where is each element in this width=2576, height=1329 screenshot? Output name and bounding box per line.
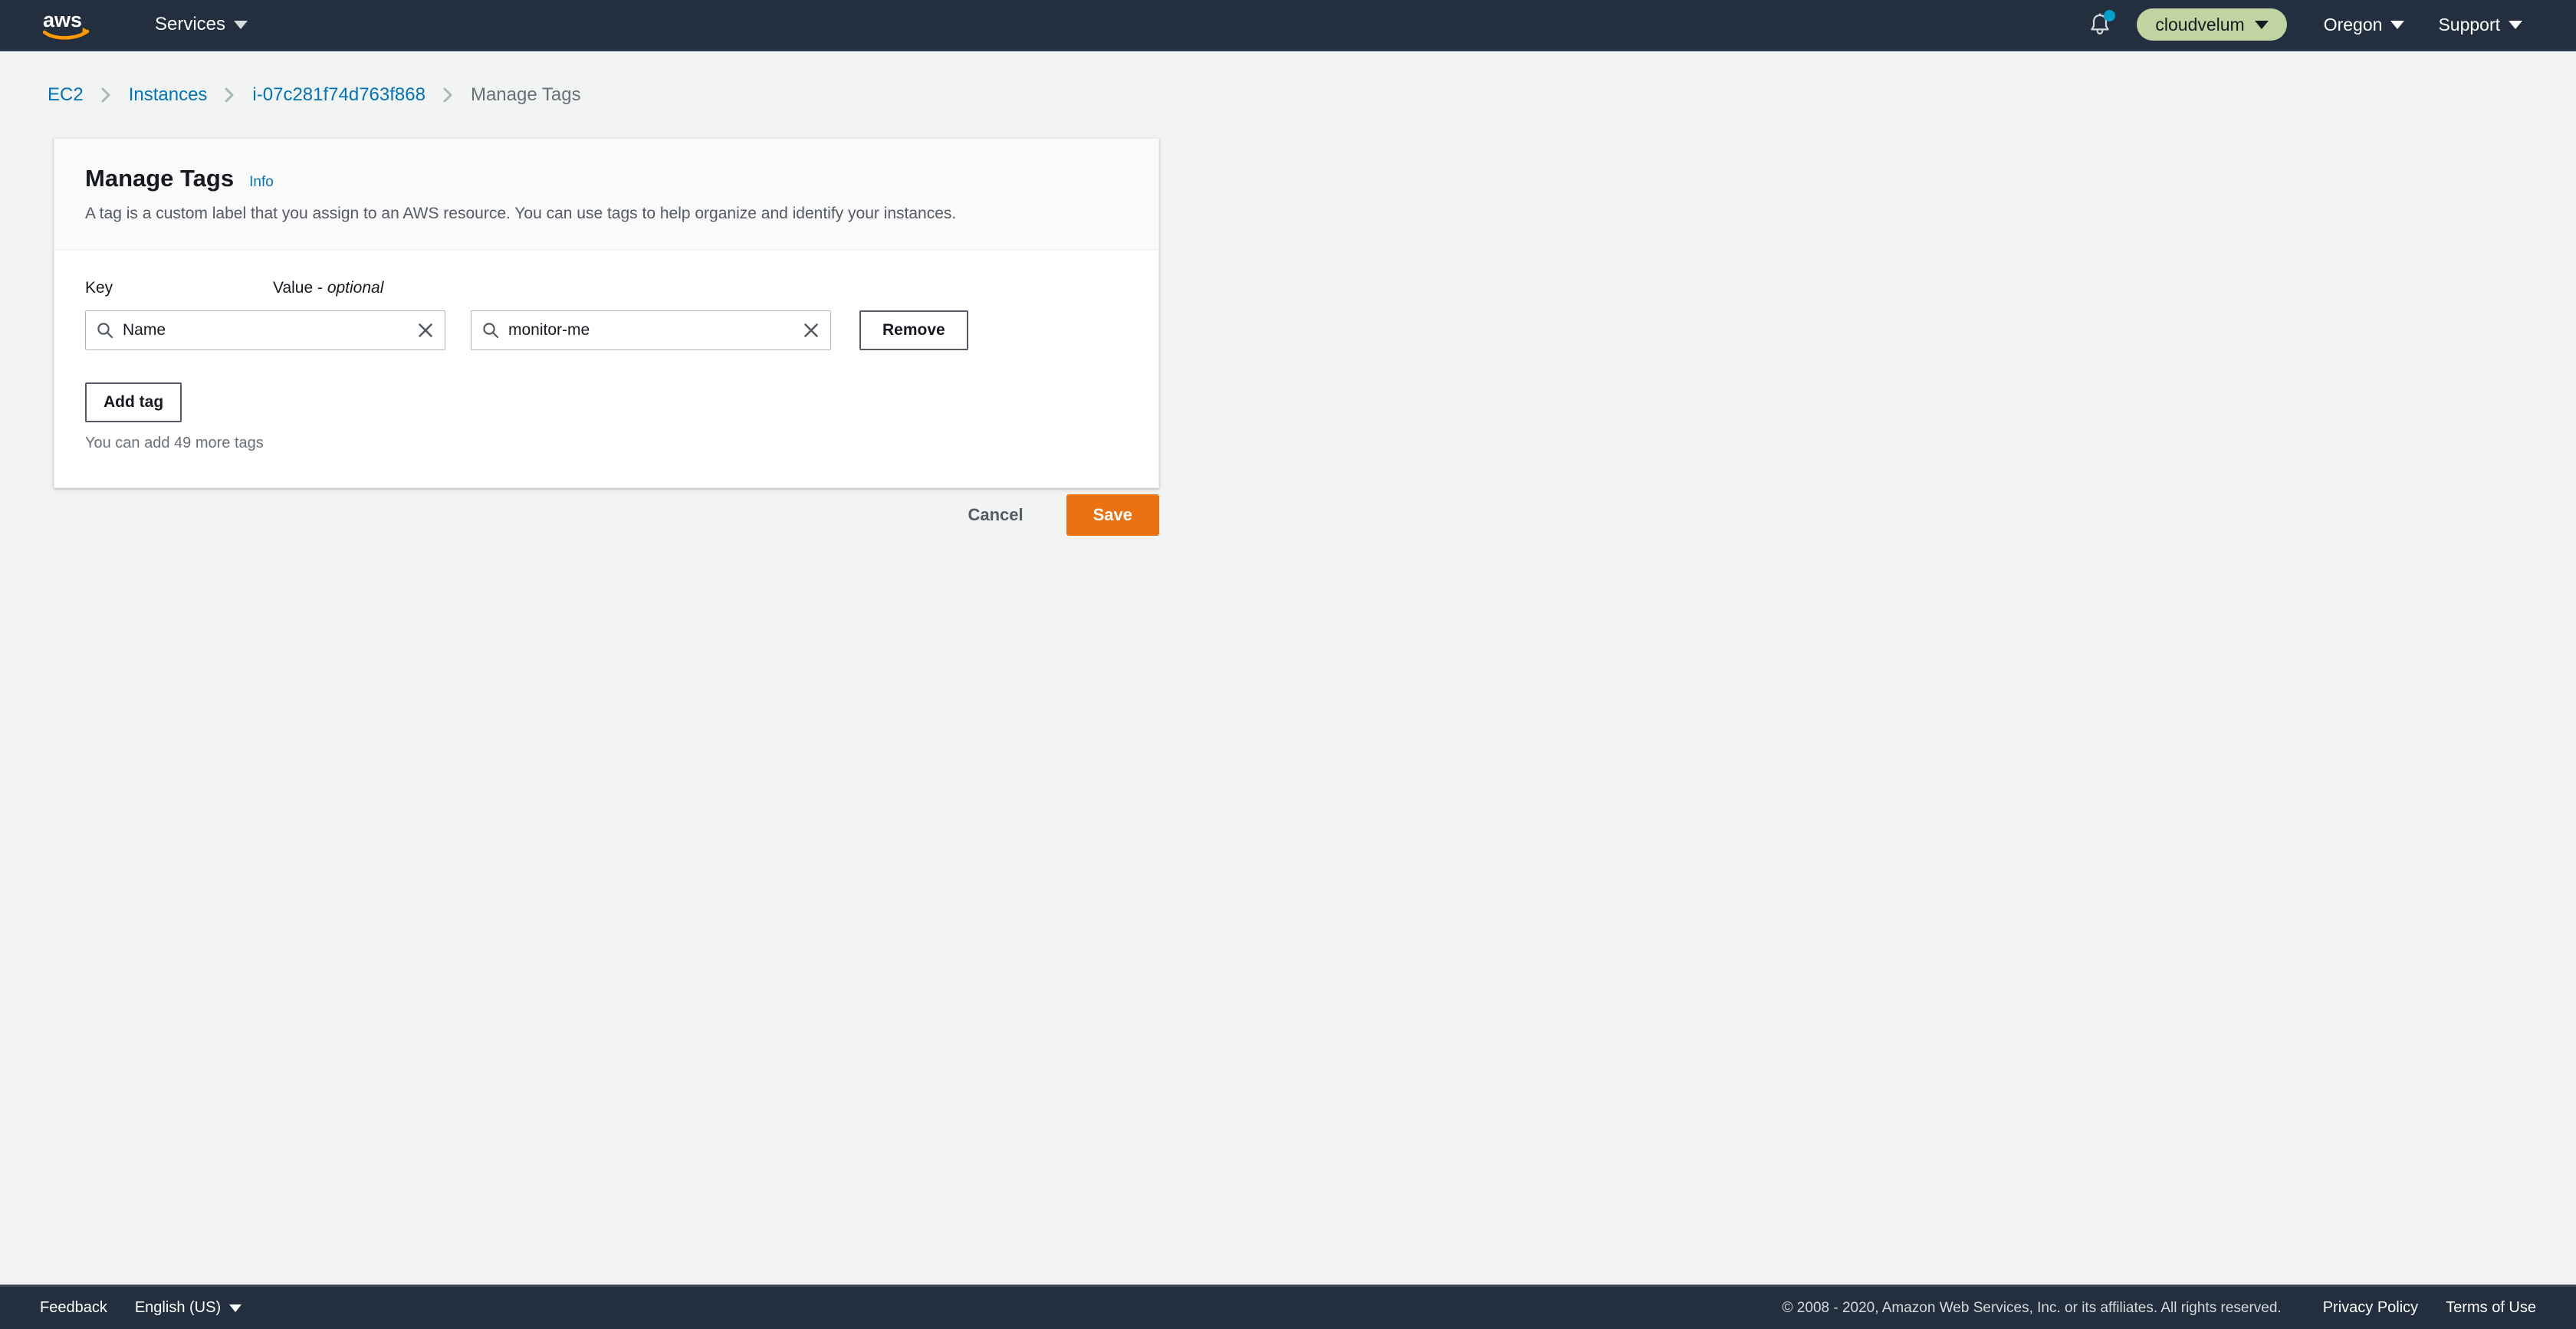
tag-value-input[interactable]: [508, 321, 795, 340]
breadcrumb: EC2 Instances i-07c281f74d763f868 Manage…: [48, 84, 581, 106]
chevron-down-icon: [234, 20, 248, 29]
cancel-button[interactable]: Cancel: [954, 496, 1037, 534]
clear-key-icon[interactable]: [417, 322, 434, 339]
form-actions: Cancel Save: [54, 494, 1159, 536]
chevron-right-icon: [224, 87, 235, 103]
services-menu-label: Services: [155, 14, 226, 34]
support-menu[interactable]: Support: [2421, 15, 2539, 35]
tag-row: Remove: [85, 310, 1128, 351]
search-icon: [97, 322, 113, 339]
account-menu[interactable]: cloudvelum: [2137, 8, 2287, 41]
tag-key-input-wrapper[interactable]: [85, 310, 445, 351]
account-menu-label: cloudvelum: [2155, 14, 2245, 34]
page-title: Manage Tags: [85, 165, 235, 192]
feedback-link[interactable]: Feedback: [26, 1299, 121, 1317]
tag-value-input-wrapper[interactable]: [471, 310, 831, 351]
page-footer: Feedback English (US) © 2008 - 2020, Ama…: [0, 1285, 2576, 1329]
tag-limit-hint: You can add 49 more tags: [85, 435, 264, 452]
chevron-down-icon: [229, 1304, 242, 1312]
language-selector[interactable]: English (US): [121, 1299, 255, 1317]
remove-tag-button[interactable]: Remove: [859, 310, 968, 351]
svg-text:aws: aws: [43, 8, 82, 31]
breadcrumb-item-current: Manage Tags: [470, 84, 581, 105]
add-tag-button[interactable]: Add tag: [85, 382, 182, 423]
key-label: Key: [85, 279, 113, 297]
chevron-down-icon: [2390, 20, 2405, 29]
card-title-row: Manage Tags Info: [85, 165, 1128, 192]
footer-left-group: Feedback English (US): [26, 1299, 255, 1317]
footer-right-group: © 2008 - 2020, Amazon Web Services, Inc.…: [1783, 1299, 2576, 1317]
save-button[interactable]: Save: [1066, 494, 1159, 536]
aws-logo-icon[interactable]: aws: [43, 8, 94, 41]
chevron-down-icon: [2509, 20, 2522, 29]
value-label-optional: optional: [327, 279, 384, 297]
support-menu-label: Support: [2438, 14, 2500, 34]
clear-value-icon[interactable]: [803, 322, 820, 339]
search-icon: [482, 322, 499, 339]
copyright-text: © 2008 - 2020, Amazon Web Services, Inc.…: [1782, 1299, 2282, 1316]
notifications-button[interactable]: [2080, 7, 2120, 42]
nav-right-group: cloudvelum Oregon Support: [2080, 7, 2576, 42]
notification-badge-dot: [2104, 10, 2116, 21]
chevron-down-icon: [2254, 20, 2269, 29]
value-label: Value - optional: [273, 279, 383, 297]
language-selector-label: English (US): [134, 1299, 222, 1316]
top-navigation-bar: aws Services cloudvelum Oregon Support: [0, 0, 2576, 51]
value-label-prefix: Value -: [273, 279, 327, 297]
chevron-right-icon: [100, 87, 112, 103]
services-menu[interactable]: Services: [155, 14, 248, 35]
region-menu[interactable]: Oregon: [2307, 15, 2422, 35]
breadcrumb-item-instance-id[interactable]: i-07c281f74d763f868: [252, 84, 426, 106]
manage-tags-card: Manage Tags Info A tag is a custom label…: [54, 138, 1159, 489]
breadcrumb-item-instances[interactable]: Instances: [129, 84, 208, 106]
info-link[interactable]: Info: [249, 174, 274, 191]
breadcrumb-item-ec2[interactable]: EC2: [48, 84, 84, 106]
card-body: Key Value - optional Name monitor-me Rem…: [54, 250, 1158, 487]
region-menu-label: Oregon: [2323, 14, 2383, 34]
field-labels-row: Key Value - optional: [85, 279, 1128, 297]
terms-of-use-link[interactable]: Terms of Use: [2432, 1299, 2550, 1317]
tag-key-input[interactable]: [123, 321, 409, 340]
card-description: A tag is a custom label that you assign …: [85, 205, 957, 222]
privacy-policy-link[interactable]: Privacy Policy: [2309, 1299, 2432, 1317]
chevron-right-icon: [442, 87, 454, 103]
card-header: Manage Tags Info A tag is a custom label…: [54, 139, 1158, 251]
